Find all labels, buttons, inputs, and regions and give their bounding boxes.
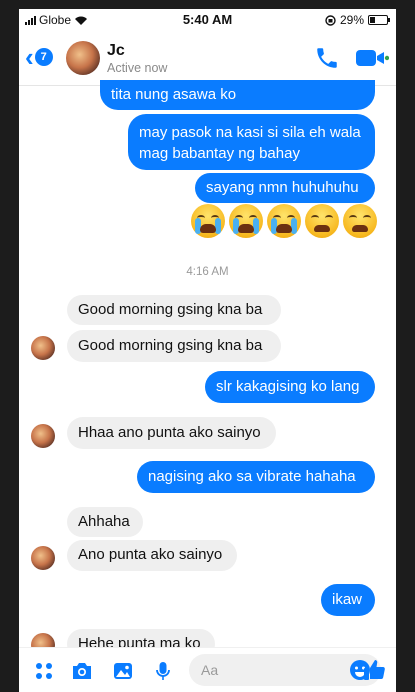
chevron-left-icon: ‹ — [25, 42, 34, 72]
message-line: mag babantay ng bahay — [139, 145, 300, 162]
message-bubble-out[interactable]: ikaw — [321, 584, 375, 616]
tired-face-icon — [343, 204, 377, 238]
contact-avatar-small — [31, 336, 55, 360]
unread-count-badge: 7 — [34, 48, 53, 66]
crying-face-icon — [191, 204, 225, 238]
contact-avatar-small — [31, 424, 55, 448]
message-bubble-in[interactable]: Good morning gsing kna ba — [67, 295, 281, 325]
message-bubble-out[interactable]: slr kakagising ko lang — [205, 371, 375, 403]
crying-face-icon — [229, 204, 263, 238]
message-line: may pasok na kasi si sila eh wala — [139, 124, 361, 141]
message-bubble-out[interactable]: tita nung asawa ko — [100, 80, 375, 110]
status-right: 29% — [325, 13, 390, 27]
microphone-icon[interactable] — [152, 660, 174, 682]
message-bubble-in[interactable]: Ano punta ako sainyo — [67, 540, 237, 571]
status-bar: Globe 5:40 AM 29% — [19, 9, 396, 31]
message-input-placeholder: Aa — [201, 662, 219, 678]
message-bubble-out[interactable]: sayang nmn huhuhuhu — [195, 173, 375, 203]
contact-name[interactable]: Jc — [107, 42, 125, 60]
composer-bar: Aa — [19, 647, 396, 692]
message-bubble-in[interactable]: Good morning gsing kna ba — [67, 330, 281, 362]
rotation-lock-icon — [325, 14, 336, 26]
phone-call-icon[interactable] — [314, 45, 340, 71]
messenger-screen: Globe 5:40 AM 29% ‹ 7 Jc Active now tita… — [19, 9, 396, 692]
conversation-header: ‹ 7 Jc Active now — [19, 31, 396, 86]
contact-avatar-small — [31, 546, 55, 570]
tired-face-icon — [305, 204, 339, 238]
message-bubble-in[interactable]: Ahhaha — [67, 507, 143, 537]
emoji-reaction-row — [191, 204, 377, 238]
gallery-icon[interactable] — [112, 660, 134, 682]
battery-percent: 29% — [339, 13, 364, 27]
crying-face-icon — [267, 204, 301, 238]
presence-status: Active now — [107, 61, 168, 75]
message-timestamp: 4:16 AM — [186, 266, 229, 278]
message-bubble-out[interactable]: may pasok na kasi si sila eh wala mag ba… — [128, 114, 375, 170]
battery-icon — [368, 15, 390, 25]
contact-avatar[interactable] — [66, 41, 100, 75]
back-button[interactable]: ‹ 7 — [25, 42, 53, 72]
name-redaction — [127, 39, 229, 61]
camera-icon[interactable] — [71, 660, 93, 682]
more-apps-icon[interactable] — [33, 660, 55, 682]
message-bubble-out[interactable]: nagising ako sa vibrate hahaha — [137, 461, 375, 493]
like-thumbs-up-icon[interactable] — [362, 658, 386, 682]
video-call-icon[interactable] — [355, 47, 389, 69]
message-input[interactable]: Aa — [189, 654, 381, 686]
message-bubble-in[interactable]: Hhaa ano punta ako sainyo — [67, 417, 276, 449]
